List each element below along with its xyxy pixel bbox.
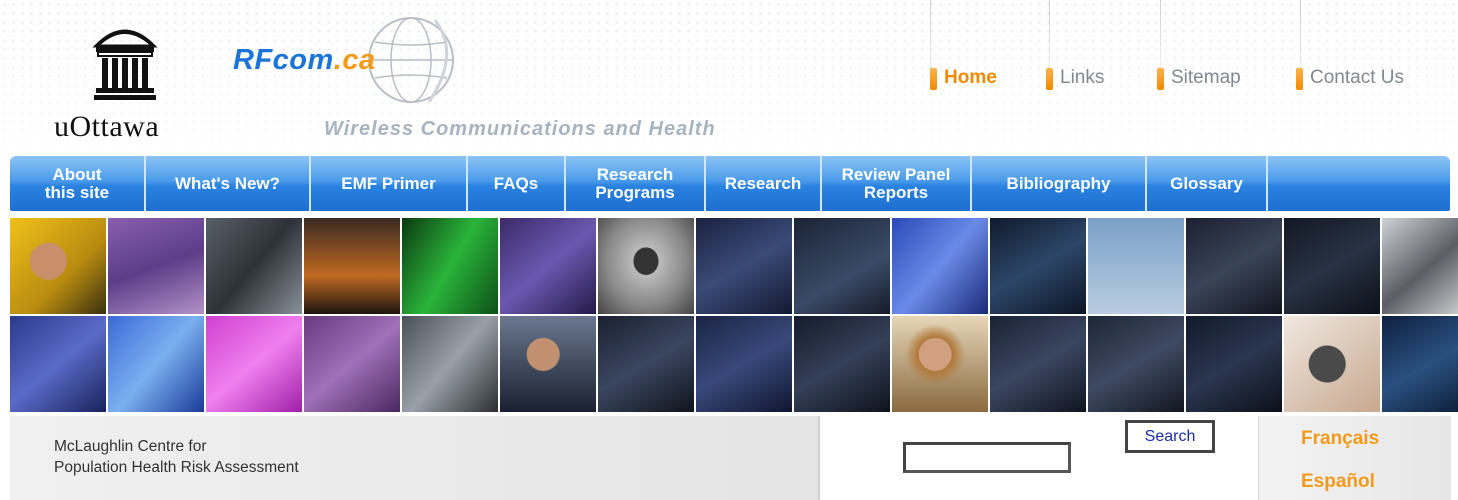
top-links: Home Links Sitemap Contact Us	[920, 0, 1458, 150]
photo-tile	[892, 218, 988, 314]
nav-item-review-panel-reports[interactable]: Review Panel Reports	[822, 156, 972, 211]
nav-item-empty	[1268, 156, 1450, 211]
photo-tile	[1186, 316, 1282, 412]
photo-tile	[1088, 316, 1184, 412]
photo-tile	[402, 316, 498, 412]
photo-tile	[990, 316, 1086, 412]
language-espanol[interactable]: Español	[1301, 471, 1375, 493]
rfcom-main: RFcom	[233, 44, 334, 76]
nav-item-research[interactable]: Research	[706, 156, 822, 211]
rfcom-logo[interactable]: RFcom.ca	[225, 14, 485, 104]
photo-tile	[402, 218, 498, 314]
photo-tile	[1382, 218, 1458, 314]
centre-name: McLaughlin Centre for Population Health …	[54, 436, 299, 478]
nav-item-whats-new[interactable]: What's New?	[146, 156, 311, 211]
photo-tile	[1284, 218, 1380, 314]
divider	[1300, 0, 1301, 110]
photo-tile	[10, 316, 106, 412]
nav-item-research-programs[interactable]: Research Programs	[566, 156, 706, 211]
centre-line-2: Population Health Risk Assessment	[54, 459, 299, 476]
photo-tile	[598, 316, 694, 412]
language-francais[interactable]: Français	[1301, 428, 1379, 450]
divider	[1160, 0, 1161, 110]
nav-item-emf-primer[interactable]: EMF Primer	[311, 156, 468, 211]
top-link-sitemap[interactable]: Sitemap	[1157, 67, 1241, 90]
top-link-home[interactable]: Home	[930, 67, 997, 90]
uottawa-logo[interactable]: uOttawa	[50, 18, 210, 148]
top-link-links[interactable]: Links	[1046, 67, 1104, 90]
globe-icon	[368, 17, 454, 103]
site-tagline: Wireless Communications and Health	[324, 118, 716, 140]
photo-tile	[500, 218, 596, 314]
photo-tile	[1088, 218, 1184, 314]
photo-tile	[1382, 316, 1458, 412]
photo-tile	[304, 218, 400, 314]
photo-tile	[108, 316, 204, 412]
rfcom-suffix: .ca	[333, 44, 376, 76]
language-box: Français Español	[1258, 416, 1451, 500]
photo-tile	[598, 218, 694, 314]
photo-tile	[1284, 316, 1380, 412]
main-nav: About this site What's New? EMF Primer F…	[10, 156, 1450, 211]
photo-tile	[892, 316, 988, 412]
divider	[930, 0, 931, 110]
rfcom-wordmark: RFcom.ca	[233, 44, 376, 77]
university-building-icon	[92, 29, 158, 100]
top-link-contact[interactable]: Contact Us	[1296, 67, 1404, 90]
nav-item-bibliography[interactable]: Bibliography	[972, 156, 1147, 211]
photo-tile	[108, 218, 204, 314]
photo-tile	[304, 316, 400, 412]
photo-tile	[206, 316, 302, 412]
uottawa-wordmark: uOttawa	[54, 110, 160, 143]
photo-tile	[10, 218, 106, 314]
centre-banner: McLaughlin Centre for Population Health …	[10, 416, 820, 500]
photo-tile	[990, 218, 1086, 314]
divider	[1049, 0, 1050, 110]
nav-item-faqs[interactable]: FAQs	[468, 156, 566, 211]
centre-line-1: McLaughlin Centre for	[54, 438, 207, 455]
search-input[interactable]	[903, 442, 1071, 473]
search-button[interactable]: Search	[1125, 420, 1215, 453]
photo-tile	[1186, 218, 1282, 314]
photo-tile	[696, 218, 792, 314]
photo-tile	[794, 218, 890, 314]
photo-tile	[206, 218, 302, 314]
nav-item-glossary[interactable]: Glossary	[1147, 156, 1268, 211]
photo-tile	[500, 316, 596, 412]
photo-tile	[794, 316, 890, 412]
photo-tile	[696, 316, 792, 412]
nav-item-about[interactable]: About this site	[10, 156, 146, 211]
photo-mosaic	[10, 218, 1458, 412]
